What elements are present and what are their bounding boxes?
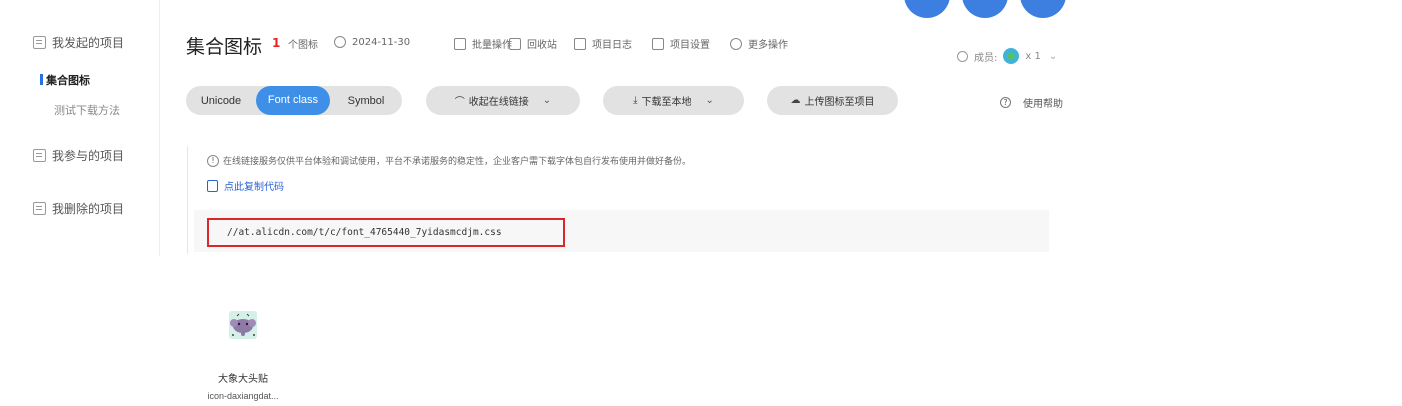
pencil-icon xyxy=(652,37,664,50)
chevron-down-icon: ⌄ xyxy=(542,95,552,106)
download-icon: ⤓ xyxy=(633,95,638,106)
sidebar-my-projects[interactable]: 我发起的项目 xyxy=(33,34,124,51)
settings-label: 项目设置 xyxy=(670,40,710,51)
sidebar: 我发起的项目 集合图标 测试下载方法 我参与的项目 我删除的项目 xyxy=(0,0,160,256)
download-label: 下载至本地 xyxy=(641,97,692,108)
collapse-label: 收起在线链接 xyxy=(468,97,529,108)
top-action-button[interactable] xyxy=(1020,0,1066,18)
icon-card[interactable]: 大象大头贴 icon-daxiangdat... xyxy=(194,310,292,401)
grid-icon xyxy=(454,37,466,50)
sidebar-group-label: 我参与的项目 xyxy=(52,149,125,163)
online-link-panel: ! 在线链接服务仅供平台体验和调试使用，平台不承诺服务的稳定性，企业客户需下载字… xyxy=(187,146,1049,254)
clock-icon xyxy=(334,36,346,48)
help-link[interactable]: ? 使用帮助 xyxy=(1000,95,1063,110)
tab-font-class[interactable]: Font class xyxy=(256,86,330,115)
collapse-online-link-button[interactable]: ⌒ 收起在线链接 ⌄ xyxy=(426,86,580,115)
copy-label: 点此复制代码 xyxy=(224,182,284,193)
date-text: 2024-11-30 xyxy=(352,36,411,48)
cloud-upload-icon: ☁ xyxy=(790,95,801,106)
question-icon: ? xyxy=(1000,97,1011,108)
upload-label: 上传图标至项目 xyxy=(804,97,875,108)
icon-name: 大象大头贴 xyxy=(218,374,268,385)
sidebar-item-active-project[interactable]: 集合图标 xyxy=(40,72,90,88)
document-icon xyxy=(33,202,46,215)
recycle-bin-button[interactable]: 回收站 xyxy=(509,36,557,51)
download-local-button[interactable]: ⤓ 下载至本地 ⌄ xyxy=(603,86,744,115)
upload-icon-button[interactable]: ☁ 上传图标至项目 xyxy=(767,86,898,115)
avatar xyxy=(1003,48,1020,64)
recycle-label: 回收站 xyxy=(527,40,557,51)
code-type-tabs: Unicode Font class Symbol xyxy=(186,86,402,115)
members-count: x 1 xyxy=(1025,50,1041,62)
created-date: 2024-11-30 xyxy=(334,36,410,48)
sidebar-joined-projects[interactable]: 我参与的项目 xyxy=(33,147,124,164)
css-link-code[interactable]: //at.alicdn.com/t/c/font_4765440_7yidasm… xyxy=(207,218,565,247)
copy-icon xyxy=(207,179,218,192)
info-icon: ! xyxy=(207,154,219,167)
copy-code-link[interactable]: 点此复制代码 xyxy=(207,178,284,193)
tab-unicode[interactable]: Unicode xyxy=(186,95,256,107)
ellipsis-icon xyxy=(730,37,742,50)
sidebar-item-test-download[interactable]: 测试下载方法 xyxy=(54,102,120,118)
person-icon xyxy=(957,50,968,62)
more-label: 更多操作 xyxy=(748,40,788,51)
eye-closed-icon: ⌒ xyxy=(454,97,465,108)
sidebar-deleted-projects[interactable]: 我删除的项目 xyxy=(33,200,124,217)
project-log-button[interactable]: 项目日志 xyxy=(574,36,632,51)
page-title: 集合图标 xyxy=(186,36,263,58)
notice-text: ! 在线链接服务仅供平台体验和调试使用，平台不承诺服务的稳定性，企业客户需下载字… xyxy=(207,154,691,167)
clipboard-icon xyxy=(574,37,586,50)
project-settings-button[interactable]: 项目设置 xyxy=(652,36,710,51)
sidebar-group-label: 我发起的项目 xyxy=(52,36,125,50)
sidebar-group-label: 我删除的项目 xyxy=(52,202,125,216)
members-selector[interactable]: 成员: x 1 ⌄ xyxy=(957,48,1057,64)
code-box: //at.alicdn.com/t/c/font_4765440_7yidasm… xyxy=(194,210,1049,252)
log-label: 项目日志 xyxy=(592,40,632,51)
icon-code: icon-daxiangdat... xyxy=(207,391,279,401)
notice-message: 在线链接服务仅供平台体验和调试使用，平台不承诺服务的稳定性，企业客户需下载字体包… xyxy=(223,157,692,167)
chevron-down-icon: ⌄ xyxy=(705,95,714,106)
document-icon xyxy=(33,149,46,162)
top-action-button[interactable] xyxy=(904,0,950,18)
top-action-button[interactable] xyxy=(962,0,1008,18)
help-label: 使用帮助 xyxy=(1023,99,1063,110)
icon-count: 1 xyxy=(272,36,281,50)
elephant-icon xyxy=(228,310,258,340)
more-operations-button[interactable]: 更多操作 xyxy=(730,36,788,51)
batch-label: 批量操作 xyxy=(472,40,512,51)
trash-icon xyxy=(509,37,521,50)
batch-operation-button[interactable]: 批量操作 xyxy=(454,36,512,51)
members-label: 成员: xyxy=(974,52,998,64)
tab-symbol[interactable]: Symbol xyxy=(330,95,402,107)
icon-count-label: 个图标 xyxy=(288,40,318,51)
chevron-down-icon: ⌄ xyxy=(1048,50,1058,62)
document-icon xyxy=(33,36,46,49)
